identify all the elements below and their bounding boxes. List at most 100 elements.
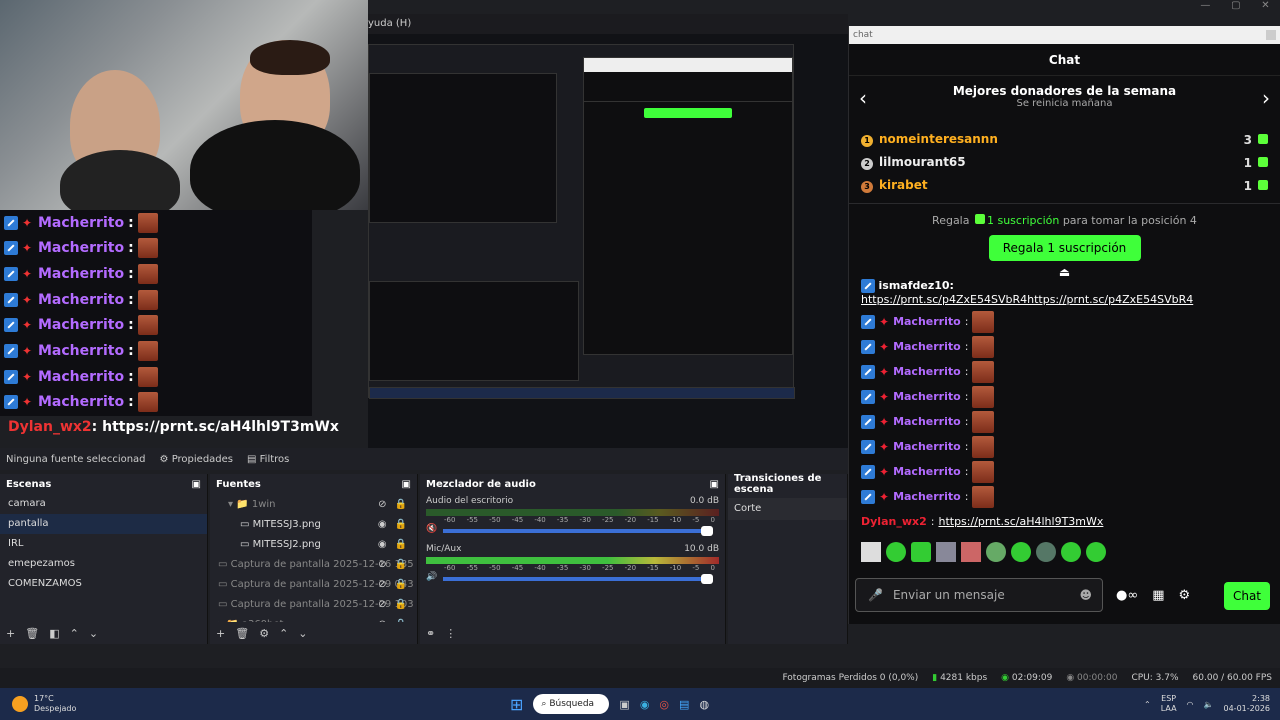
- chat-input[interactable]: 🎤 Enviar un mensaje ☻: [855, 578, 1103, 612]
- edge-icon[interactable]: ◉: [640, 698, 650, 711]
- emote-icon[interactable]: [1011, 542, 1031, 562]
- dock-float-icon[interactable]: ▣: [710, 479, 719, 490]
- lock-icon[interactable]: 🔒: [395, 539, 407, 550]
- notepad-icon[interactable]: ▤: [679, 698, 689, 711]
- gift-sub-button[interactable]: Regala 1 suscripción: [988, 235, 1141, 261]
- move-down-icon[interactable]: ⌄: [298, 627, 307, 640]
- emote-icon[interactable]: [1086, 542, 1106, 562]
- gear-icon[interactable]: ⚙: [259, 627, 269, 640]
- weather-widget[interactable]: 17°C Despejado: [0, 694, 200, 714]
- source-item[interactable]: ▭ MITESSJ3.png ◉ 🔒: [210, 514, 417, 534]
- task-view-icon[interactable]: ▣: [619, 698, 629, 711]
- chat-link[interactable]: https://prnt.sc/p4ZxE54SVbR4https://prnt…: [861, 293, 1280, 306]
- transition-select[interactable]: Corte: [728, 498, 847, 520]
- store-icon[interactable]: ▦: [1152, 588, 1164, 603]
- emote-icon[interactable]: [911, 542, 931, 562]
- chrome-icon[interactable]: ◎: [659, 698, 669, 711]
- donor-name[interactable]: kirabet: [879, 178, 928, 192]
- chat-send-button[interactable]: Chat: [1224, 582, 1270, 610]
- donor-name[interactable]: lilmourant65: [879, 155, 966, 169]
- emote-icon[interactable]: [886, 542, 906, 562]
- delete-icon[interactable]: 🗑: [235, 627, 249, 640]
- chevron-left-icon[interactable]: ‹: [859, 86, 867, 110]
- source-item[interactable]: ▭ Captura de pantalla 2025-12-16 135 ⊘ 🔒: [210, 554, 417, 574]
- chat-username[interactable]: Macherrito: [893, 390, 961, 403]
- move-up-icon[interactable]: ⌃: [70, 627, 79, 640]
- lock-icon[interactable]: 🔒: [395, 519, 407, 530]
- chat-username[interactable]: ismafdez10:: [879, 279, 954, 292]
- chat-username[interactable]: Macherrito: [893, 490, 961, 503]
- collapse-icon[interactable]: ⏏: [849, 265, 1280, 279]
- lock-icon[interactable]: 🔒: [395, 499, 407, 510]
- scene-item[interactable]: camara: [0, 494, 207, 514]
- emoji-icon[interactable]: ☻: [1079, 588, 1092, 602]
- source-item[interactable]: ▭ MITESSJ2.png ◉ 🔒: [210, 534, 417, 554]
- source-label: MITESSJ3.png: [252, 518, 321, 530]
- obs-icon[interactable]: ◍: [699, 698, 709, 711]
- scene-item[interactable]: IRL: [0, 534, 207, 554]
- maximize-icon[interactable]: ▢: [1231, 0, 1240, 14]
- emote-icon[interactable]: [1061, 542, 1081, 562]
- move-down-icon[interactable]: ⌄: [89, 627, 98, 640]
- emote-icon[interactable]: [936, 542, 956, 562]
- filter-icon[interactable]: ◧: [49, 627, 59, 640]
- tray-chevron-icon[interactable]: ⌃: [1144, 700, 1151, 709]
- eye-hidden-icon[interactable]: ⊘: [378, 559, 386, 570]
- emote-icon[interactable]: [986, 542, 1006, 562]
- eye-hidden-icon[interactable]: ⊘: [378, 599, 386, 610]
- scene-item-selected[interactable]: pantalla: [0, 514, 207, 534]
- scene-item[interactable]: emepezamos: [0, 554, 207, 574]
- link-icon[interactable]: ⚭: [426, 627, 435, 640]
- chat-username[interactable]: Dylan_wx2: [861, 515, 927, 528]
- close-icon[interactable]: ✕: [1261, 0, 1269, 14]
- source-item[interactable]: ▭ Captura de pantalla 2025-12-29 103 ⊘ 🔒: [210, 594, 417, 614]
- lock-icon[interactable]: 🔒: [395, 559, 407, 570]
- chevron-right-icon[interactable]: ›: [1262, 86, 1270, 110]
- chat-username[interactable]: Macherrito: [893, 415, 961, 428]
- sub-badge-icon: [861, 389, 875, 404]
- emote-icon[interactable]: [1036, 542, 1056, 562]
- chat-link[interactable]: https://prnt.sc/aH4lhl9T3mWx: [938, 515, 1103, 528]
- dock-float-icon[interactable]: ▣: [192, 479, 201, 490]
- emote-icon[interactable]: [961, 542, 981, 562]
- chat-window-button[interactable]: [1266, 30, 1276, 40]
- eye-icon[interactable]: ◉: [378, 519, 387, 530]
- volume-icon[interactable]: 🔈: [1204, 700, 1214, 709]
- more-icon[interactable]: ⋮: [445, 627, 456, 640]
- volume-slider[interactable]: [443, 574, 713, 584]
- muted-speaker-icon[interactable]: 🔇: [426, 524, 437, 534]
- wifi-icon[interactable]: ◠: [1187, 700, 1194, 709]
- filters-button[interactable]: ▤ Filtros: [247, 454, 289, 465]
- points-icon[interactable]: ●∞: [1116, 588, 1138, 603]
- delete-icon[interactable]: 🗑: [25, 627, 39, 640]
- move-up-icon[interactable]: ⌃: [279, 627, 288, 640]
- mic-icon[interactable]: 🎤: [868, 588, 883, 602]
- eye-hidden-icon[interactable]: ⊘: [378, 579, 386, 590]
- speaker-icon[interactable]: 🔊: [426, 572, 437, 582]
- windows-start-icon[interactable]: ⊞: [510, 695, 523, 714]
- lock-icon[interactable]: 🔒: [395, 579, 407, 590]
- source-item[interactable]: ▭ Captura de pantalla 2025-12-29 043 ⊘ 🔒: [210, 574, 417, 594]
- taskbar-search[interactable]: ⌕ Búsqueda: [533, 694, 610, 714]
- gear-icon[interactable]: ⚙: [1178, 588, 1190, 603]
- donor-name[interactable]: nomeinteresannn: [879, 132, 998, 146]
- eye-hidden-icon[interactable]: ⊘: [378, 499, 386, 510]
- properties-button[interactable]: ⚙ Propiedades: [160, 454, 233, 465]
- lock-icon[interactable]: 🔒: [395, 599, 407, 610]
- source-group[interactable]: ▾ 📁 1win ⊘ 🔒: [210, 494, 417, 514]
- eye-icon[interactable]: ◉: [378, 539, 387, 550]
- chat-username[interactable]: Macherrito: [893, 440, 961, 453]
- chat-username[interactable]: Macherrito: [893, 315, 961, 328]
- emote-icon[interactable]: [861, 542, 881, 562]
- dock-float-icon[interactable]: ▣: [402, 479, 411, 490]
- clock[interactable]: 2:38 04-01-2026: [1224, 694, 1271, 714]
- volume-slider[interactable]: [443, 526, 713, 536]
- chat-username[interactable]: Macherrito: [893, 365, 961, 378]
- add-icon[interactable]: +: [6, 627, 15, 640]
- add-icon[interactable]: +: [216, 627, 225, 640]
- chat-username[interactable]: Macherrito: [893, 340, 961, 353]
- chat-username[interactable]: Macherrito: [893, 465, 961, 478]
- scene-item[interactable]: COMENZAMOS: [0, 574, 207, 594]
- language-indicator[interactable]: ESP LAA: [1161, 694, 1177, 714]
- minimize-icon[interactable]: —: [1200, 0, 1210, 14]
